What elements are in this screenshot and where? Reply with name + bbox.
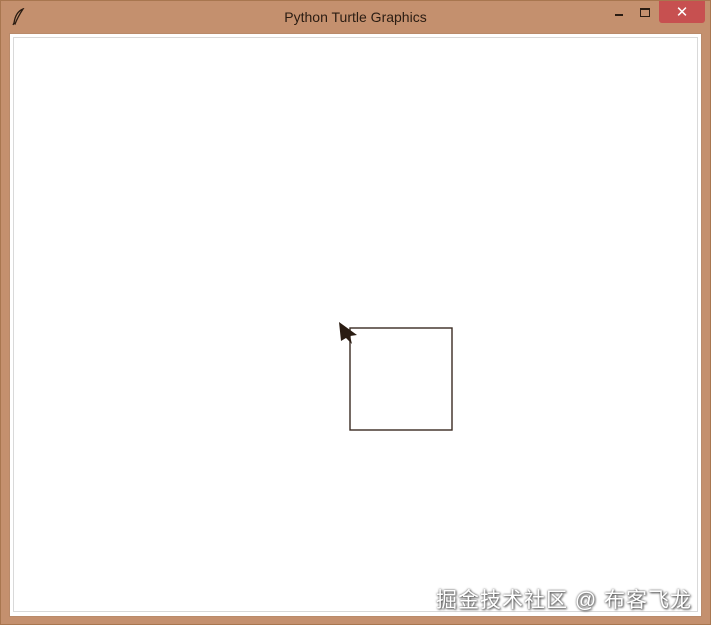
close-button[interactable]: ✕ (659, 1, 705, 23)
minimize-button[interactable] (606, 1, 632, 23)
watermark-text: 掘金技术社区 @ 布客飞龙 (436, 589, 692, 612)
drawn-square (349, 327, 453, 431)
maximize-button[interactable] (632, 1, 658, 23)
turtle-canvas[interactable] (13, 37, 698, 612)
feather-icon (12, 8, 25, 26)
minimize-icon (615, 14, 623, 16)
client-area (9, 33, 702, 617)
drawing-surface (339, 322, 453, 431)
title-bar[interactable]: Python Turtle Graphics ✕ (1, 1, 710, 33)
maximize-icon (640, 7, 650, 17)
window-title: Python Turtle Graphics (284, 9, 427, 25)
turtle-window: Python Turtle Graphics ✕ 掘金技术社区 @ 布客飞龙 (0, 0, 711, 625)
close-icon: ✕ (675, 3, 689, 21)
turtle-arrow-icon (339, 322, 357, 344)
